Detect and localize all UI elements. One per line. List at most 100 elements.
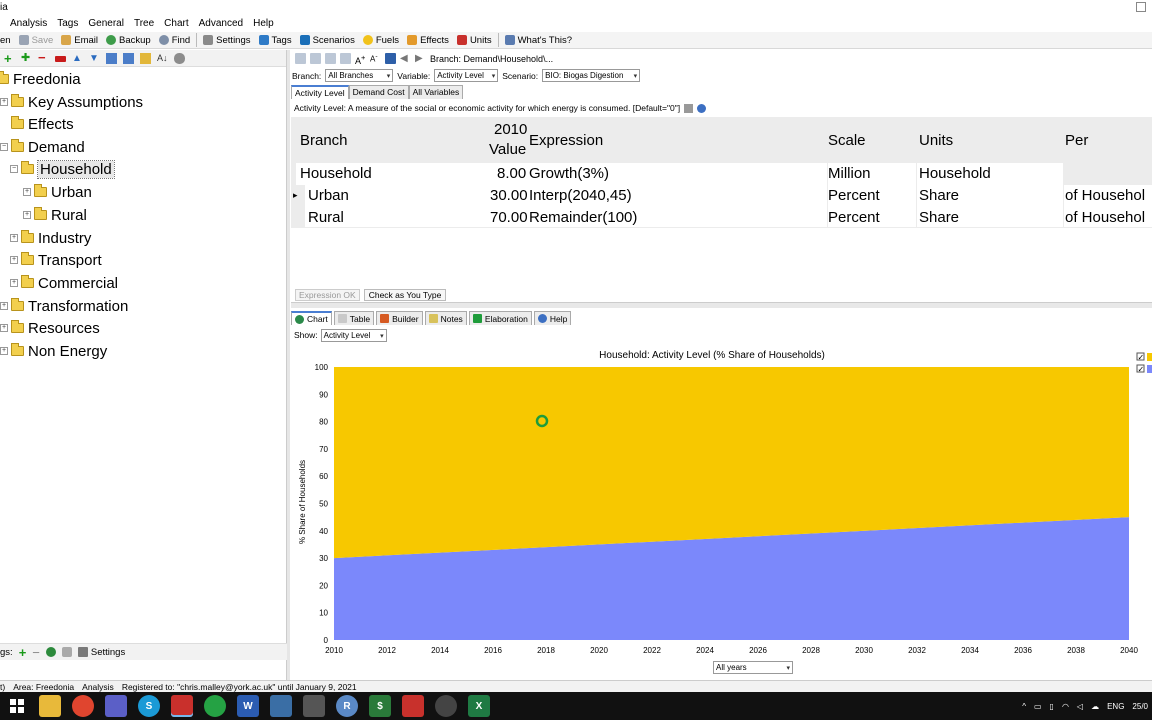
- email-button[interactable]: Email: [57, 32, 102, 48]
- tree-node-resources[interactable]: + Resources: [0, 317, 100, 339]
- find-button[interactable]: Find: [155, 32, 194, 48]
- cell-units[interactable]: Share: [919, 187, 959, 204]
- settings-button[interactable]: Settings: [199, 32, 254, 48]
- cell-value[interactable]: 70.00: [490, 209, 528, 226]
- cell-scale[interactable]: Percent: [828, 209, 880, 226]
- back-arrow-icon[interactable]: ◀: [400, 53, 411, 64]
- cell-expression[interactable]: Remainder(100): [529, 209, 637, 226]
- folder-icon[interactable]: [140, 52, 151, 64]
- tree-node-effects[interactable]: + Effects: [0, 113, 74, 135]
- wifi-icon[interactable]: ◠: [1062, 702, 1069, 711]
- teams-icon[interactable]: [105, 695, 127, 717]
- help-icon[interactable]: [697, 103, 707, 113]
- expand-toggle-icon[interactable]: +: [10, 279, 18, 287]
- delete-variant-icon[interactable]: [55, 56, 66, 62]
- remove-tag-icon[interactable]: −: [32, 645, 40, 660]
- cloud-icon[interactable]: [303, 695, 325, 717]
- expand-toggle-icon[interactable]: +: [10, 234, 18, 242]
- tags-button[interactable]: Tags: [255, 32, 296, 48]
- whats-this-button[interactable]: What's This?: [501, 32, 576, 48]
- cell-value[interactable]: 8.00: [497, 165, 526, 182]
- branch-select[interactable]: All Branches ▾: [325, 69, 394, 82]
- clock-app-icon[interactable]: [435, 695, 457, 717]
- tree-node-transformation[interactable]: + Transformation: [0, 295, 128, 317]
- calc-icon[interactable]: [340, 53, 351, 64]
- tree-node-transport[interactable]: + Transport: [10, 249, 102, 271]
- tree-node-demand[interactable]: − Demand: [0, 136, 85, 158]
- move-up-icon[interactable]: ▲: [72, 53, 83, 64]
- collapse-toggle-icon[interactable]: −: [10, 165, 18, 173]
- units-button[interactable]: Units: [453, 32, 496, 48]
- tree-node-rural[interactable]: + Rural: [23, 204, 87, 226]
- check-as-you-type-button[interactable]: Check as You Type: [363, 288, 447, 301]
- expand-toggle-icon[interactable]: +: [0, 324, 8, 332]
- panel-splitter[interactable]: [286, 50, 290, 680]
- battery-icon[interactable]: ▯: [1050, 702, 1054, 711]
- language-indicator[interactable]: ENG: [1107, 702, 1124, 711]
- calculator-icon[interactable]: [270, 695, 292, 717]
- table-row[interactable]: Rural 70.00 Remainder(100) Percent Share…: [291, 207, 1152, 229]
- delete-branch-icon[interactable]: −: [38, 51, 49, 64]
- add-branch-variant-icon[interactable]: ✚: [21, 52, 32, 64]
- tree-node-freedonia[interactable]: Freedonia: [0, 68, 81, 90]
- skype-icon[interactable]: S: [138, 695, 160, 717]
- pdf-icon[interactable]: [402, 695, 424, 717]
- cell-scale[interactable]: Million: [828, 165, 871, 182]
- expand-toggle-icon[interactable]: +: [10, 256, 18, 264]
- network-icon[interactable]: ▭: [1034, 702, 1042, 711]
- whatsapp-icon[interactable]: [204, 695, 226, 717]
- menu-tags[interactable]: Tags: [52, 18, 83, 29]
- scenarios-button[interactable]: Scenarios: [296, 32, 359, 48]
- move-down-icon[interactable]: ▼: [89, 53, 100, 64]
- tools-icon[interactable]: [385, 53, 396, 64]
- excel-icon[interactable]: X: [468, 695, 490, 717]
- filter-icon[interactable]: [61, 647, 72, 657]
- sort-icon[interactable]: A↓: [157, 53, 168, 64]
- font-smaller-icon[interactable]: A-: [370, 53, 381, 64]
- expand-toggle-icon[interactable]: +: [0, 98, 8, 106]
- file-explorer-icon[interactable]: [39, 695, 61, 717]
- cell-expression[interactable]: Growth(3%): [529, 165, 609, 182]
- table-row[interactable]: ▸ Urban 30.00 Interp(2040,45) Percent Sh…: [291, 185, 1152, 207]
- tab-table[interactable]: Table: [333, 311, 375, 325]
- years-select[interactable]: All years ▾: [713, 661, 793, 674]
- expand-toggle-icon[interactable]: +: [23, 188, 31, 196]
- font-larger-icon[interactable]: A+: [355, 53, 366, 66]
- cell-per[interactable]: of Househol: [1065, 209, 1145, 226]
- tab-activity-level[interactable]: Activity Level: [291, 85, 349, 99]
- paste-icon[interactable]: [325, 53, 336, 64]
- expression-ok-button[interactable]: Expression OK: [295, 288, 360, 301]
- properties-icon[interactable]: [174, 52, 185, 64]
- forward-arrow-icon[interactable]: ▶: [415, 53, 426, 64]
- start-icon[interactable]: [6, 695, 28, 717]
- expand-toggle-icon[interactable]: +: [0, 347, 8, 355]
- chrome-icon[interactable]: [72, 695, 94, 717]
- edit-icon[interactable]: [684, 103, 694, 113]
- menu-tree[interactable]: Tree: [129, 18, 159, 29]
- tree-node-household[interactable]: − Household: [10, 158, 115, 180]
- volume-icon[interactable]: ◁: [1077, 702, 1083, 711]
- cell-units[interactable]: Household: [919, 165, 991, 182]
- menu-chart[interactable]: Chart: [159, 18, 193, 29]
- tab-elaboration[interactable]: Elaboration: [468, 311, 532, 325]
- open-button-partial[interactable]: en: [0, 32, 15, 48]
- globe-icon[interactable]: [45, 647, 56, 657]
- onedrive-icon[interactable]: ☁: [1091, 702, 1099, 711]
- show-select[interactable]: Activity Level ▾: [320, 328, 387, 342]
- menu-advanced[interactable]: Advanced: [194, 18, 248, 29]
- cell-expression[interactable]: Interp(2040,45): [529, 187, 632, 204]
- add-branch-icon[interactable]: +: [4, 52, 15, 65]
- maximize-icon[interactable]: [1136, 2, 1146, 12]
- word-icon[interactable]: W: [237, 695, 259, 717]
- cell-per[interactable]: of Househol: [1065, 187, 1145, 204]
- expand-icon[interactable]: [123, 52, 134, 64]
- add-icon[interactable]: [295, 53, 306, 64]
- tree-node-urban[interactable]: + Urban: [23, 181, 92, 203]
- tab-notes[interactable]: Notes: [424, 311, 467, 325]
- clock[interactable]: 25/0: [1132, 702, 1148, 711]
- tab-chart[interactable]: Chart: [291, 311, 332, 325]
- tab-builder[interactable]: Builder: [376, 311, 423, 325]
- cell-scale[interactable]: Percent: [828, 187, 880, 204]
- tag-settings-button[interactable]: Settings: [77, 647, 125, 658]
- r-icon[interactable]: R: [336, 695, 358, 717]
